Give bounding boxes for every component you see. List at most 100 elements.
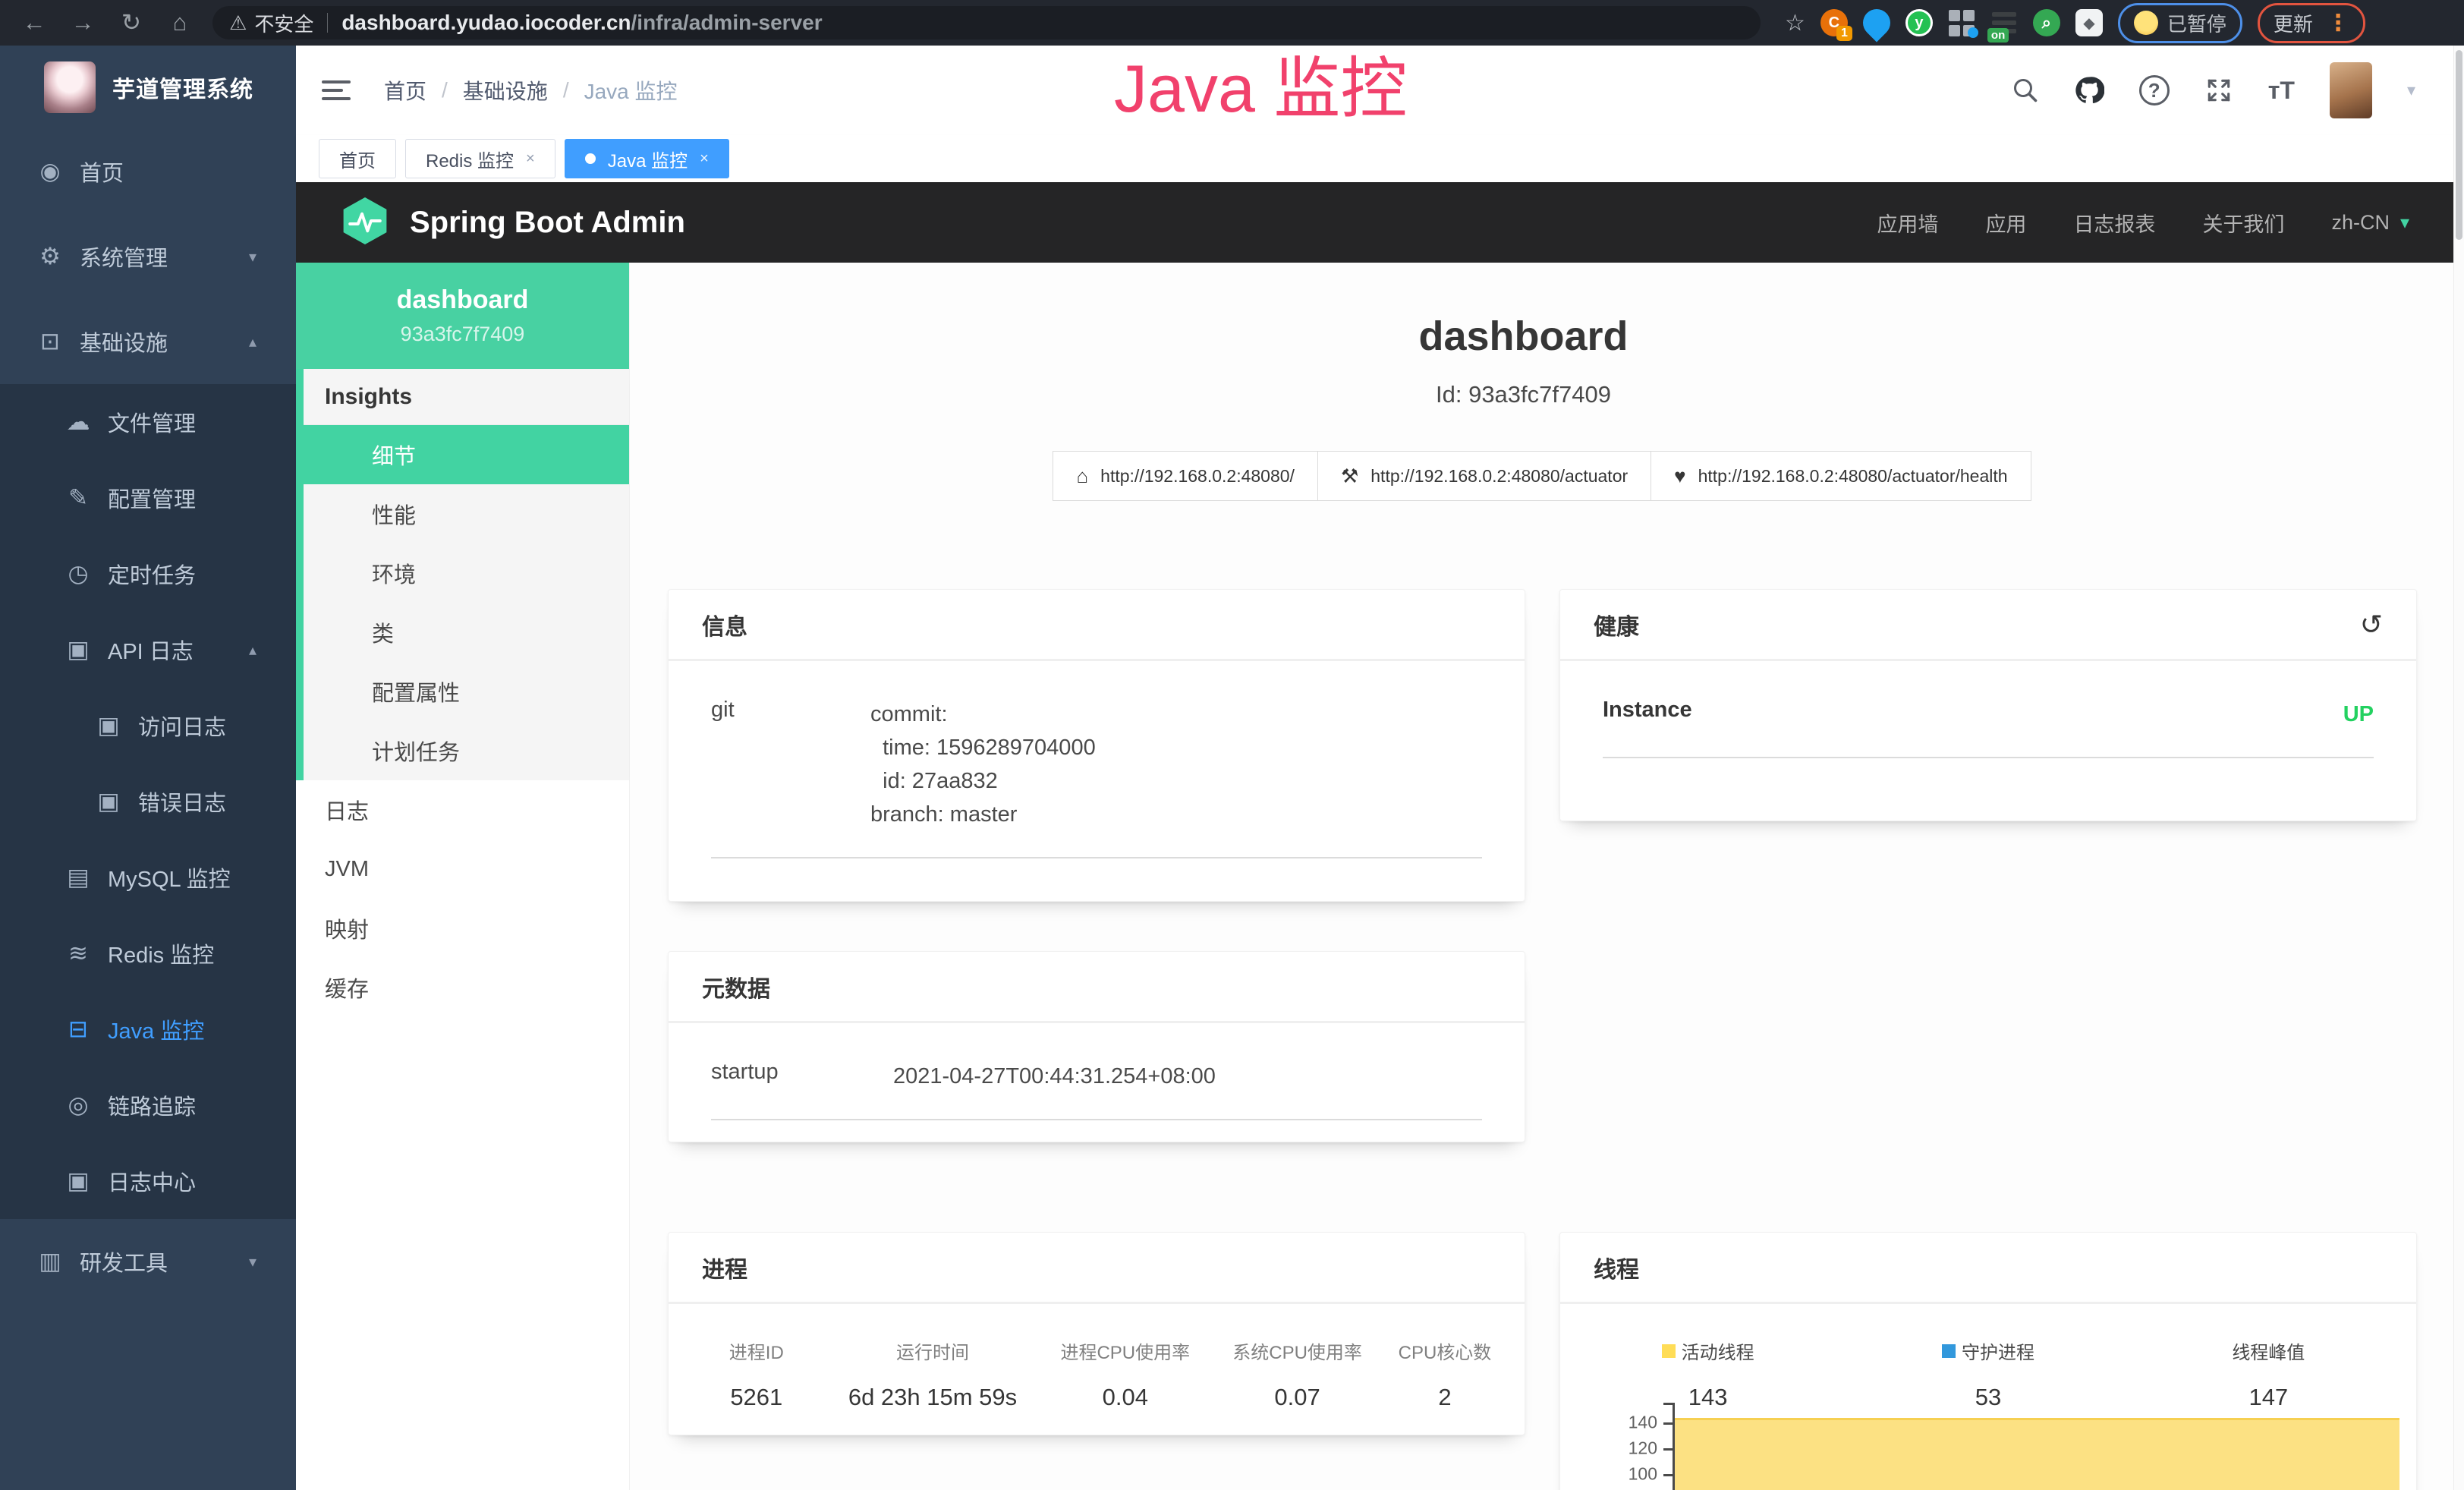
- chevron-down-icon: ▾: [249, 247, 256, 266]
- sba-item-metrics[interactable]: 性能: [304, 484, 629, 543]
- history-icon[interactable]: ↺: [2360, 609, 2383, 641]
- chevron-down-icon[interactable]: ▾: [2407, 80, 2415, 100]
- browser-chrome: ← → ↻ ⌂ ⚠ 不安全 dashboard.yudao.iocoder.cn…: [0, 0, 2464, 46]
- y-axis-tick: 100: [1591, 1464, 1657, 1485]
- table-icon: ▤: [62, 864, 94, 891]
- divider: [711, 857, 1482, 858]
- sidebar-item-log-center[interactable]: ▣ 日志中心: [0, 1143, 296, 1219]
- sidebar-item-devtools[interactable]: ▥ 研发工具 ▾: [0, 1219, 296, 1304]
- tab-java[interactable]: Java 监控 ×: [565, 139, 729, 178]
- metadata-card: 元数据 startup 2021-04-27T00:44:31.254+08:0…: [668, 951, 1525, 1142]
- brand-header[interactable]: 芋道管理系统: [0, 46, 296, 129]
- health-card: 健康 ↺ Instance UP: [1559, 589, 2417, 821]
- scrollbar-thumb[interactable]: [2456, 50, 2462, 240]
- address-bar[interactable]: ⚠ 不安全 dashboard.yudao.iocoder.cn /infra/…: [212, 6, 1761, 39]
- sba-language-select[interactable]: zh-CN ▾: [2331, 211, 2409, 235]
- breadcrumb-item[interactable]: 首页: [384, 75, 426, 106]
- sba-instance-header[interactable]: dashboard 93a3fc7f7409: [296, 263, 629, 369]
- sidebar-item-redis[interactable]: ≋ Redis 监控: [0, 915, 296, 991]
- tab-home[interactable]: 首页: [319, 139, 396, 178]
- search-icon[interactable]: [2012, 77, 2039, 104]
- extension-pin-icon[interactable]: [1857, 4, 1896, 43]
- extension-leaf-icon[interactable]: ⌕: [2033, 9, 2060, 36]
- home-icon[interactable]: ⌂: [158, 9, 202, 36]
- collapse-menu-icon[interactable]: [322, 80, 351, 100]
- column-header: 进程CPU使用率: [1039, 1337, 1211, 1364]
- sidebar-item-system[interactable]: ⚙ 系统管理 ▾: [0, 214, 296, 299]
- column-header: 进程ID: [687, 1337, 826, 1364]
- card-title: 信息: [669, 590, 1525, 661]
- edit-square-icon: ▣: [93, 788, 124, 815]
- chrome-update-button[interactable]: 更新 ⋮: [2258, 3, 2365, 43]
- sba-item-classes[interactable]: 类: [304, 603, 629, 662]
- live-threads-area: [1675, 1418, 2399, 1490]
- extension-switch-icon[interactable]: on: [1990, 9, 2018, 36]
- breadcrumb-item[interactable]: 基础设施: [463, 75, 548, 106]
- sidebar-item-mysql[interactable]: ▤ MySQL 监控: [0, 840, 296, 915]
- page-instance-id: Id: 93a3fc7f7409: [630, 381, 2417, 408]
- sba-nav-wallboard[interactable]: 应用墙: [1877, 208, 1938, 238]
- tab-redis[interactable]: Redis 监控 ×: [405, 139, 555, 178]
- help-icon[interactable]: ?: [2139, 75, 2170, 106]
- chevron-down-icon: ▾: [249, 1252, 256, 1271]
- sba-item-mappings[interactable]: 映射: [296, 899, 629, 958]
- extension-grid-icon[interactable]: [1948, 9, 1975, 36]
- sidebar-item-api-log[interactable]: ▣ API 日志 ▴: [0, 612, 296, 688]
- font-size-icon[interactable]: тT: [2268, 77, 2295, 105]
- sidebar-item-java[interactable]: ⊟ Java 监控: [0, 991, 296, 1067]
- y-axis-tick: 140: [1591, 1413, 1657, 1433]
- actuator-url-button[interactable]: ⚒ http://192.168.0.2:48080/actuator: [1317, 451, 1651, 501]
- sidebar-item-config[interactable]: ✎ 配置管理: [0, 460, 296, 536]
- sba-nav-applications[interactable]: 应用: [1985, 208, 2026, 238]
- sidebar-item-error-log[interactable]: ▣ 错误日志: [0, 764, 296, 840]
- page-scrollbar[interactable]: [2453, 46, 2464, 1490]
- avatar[interactable]: [2330, 62, 2372, 118]
- admin-sidebar: 芋道管理系统 ◉ 首页 ⚙ 系统管理 ▾ ⊡ 基础设施 ▴ ☁ 文件管理 ✎ 配…: [0, 46, 296, 1490]
- divider: [1603, 757, 2374, 758]
- sidebar-item-file[interactable]: ☁ 文件管理: [0, 384, 296, 460]
- sba-item-caches[interactable]: 缓存: [296, 958, 629, 1017]
- forward-icon[interactable]: →: [61, 9, 105, 36]
- github-icon[interactable]: [2074, 75, 2104, 106]
- sba-nav-about[interactable]: 关于我们: [2202, 208, 2284, 238]
- sba-nav-journal[interactable]: 日志报表: [2073, 208, 2155, 238]
- monitor-chart-icon: ⊡: [34, 328, 66, 355]
- insights-label: Insights: [304, 369, 629, 425]
- sba-title[interactable]: Spring Boot Admin: [410, 206, 685, 240]
- sba-item-config-props[interactable]: 配置属性: [304, 662, 629, 721]
- sba-item-scheduled-tasks[interactable]: 计划任务: [304, 721, 629, 780]
- column-header: 运行时间: [826, 1337, 1040, 1364]
- legend-live-icon: [1662, 1344, 1676, 1358]
- health-url-button[interactable]: ♥ http://192.168.0.2:48080/actuator/heal…: [1651, 451, 2031, 501]
- security-label[interactable]: 不安全: [254, 9, 313, 37]
- sba-item-environment[interactable]: 环境: [304, 543, 629, 603]
- briefcase-icon: ▥: [34, 1248, 66, 1275]
- sba-item-jvm[interactable]: JVM: [296, 840, 629, 899]
- extension-colorpicker-icon[interactable]: C1: [1820, 9, 1848, 36]
- sidebar-item-trace[interactable]: ◎ 链路追踪: [0, 1067, 296, 1143]
- close-icon[interactable]: ×: [526, 150, 535, 168]
- profile-emoji-icon: [2134, 11, 2158, 35]
- sba-logo-icon[interactable]: [340, 196, 390, 250]
- sidebar-item-infra[interactable]: ⊡ 基础设施 ▴: [0, 299, 296, 384]
- sba-item-details[interactable]: 细节: [304, 425, 629, 484]
- sidebar-item-label: MySQL 监控: [108, 862, 231, 893]
- fullscreen-icon[interactable]: [2204, 76, 2233, 105]
- bookmark-star-icon[interactable]: ☆: [1785, 10, 1805, 36]
- extension-y-icon[interactable]: y: [1905, 9, 1933, 36]
- legend-label: 线程峰值: [2232, 1337, 2305, 1364]
- close-icon[interactable]: ×: [700, 150, 709, 168]
- sidebar-item-home[interactable]: ◉ 首页: [0, 129, 296, 214]
- insights-group: Insights 细节 性能 环境 类 配置属性 计划任务: [296, 369, 629, 780]
- reload-icon[interactable]: ↻: [109, 9, 153, 36]
- back-icon[interactable]: ←: [12, 9, 56, 36]
- brand-logo: [44, 61, 96, 113]
- sidebar-item-access-log[interactable]: ▣ 访问日志: [0, 688, 296, 764]
- service-url-button[interactable]: ⌂ http://192.168.0.2:48080/: [1053, 451, 1318, 501]
- profile-paused-badge[interactable]: 已暂停: [2118, 3, 2242, 43]
- sba-item-logs[interactable]: 日志: [296, 780, 629, 840]
- sidebar-item-job[interactable]: ◷ 定时任务: [0, 536, 296, 612]
- extensions-puzzle-icon[interactable]: ◆: [2075, 9, 2103, 36]
- info-value: commit: time: 1596289704000 id: 27aa832 …: [870, 698, 1482, 831]
- browser-menu-icon[interactable]: ⋮: [2327, 10, 2349, 36]
